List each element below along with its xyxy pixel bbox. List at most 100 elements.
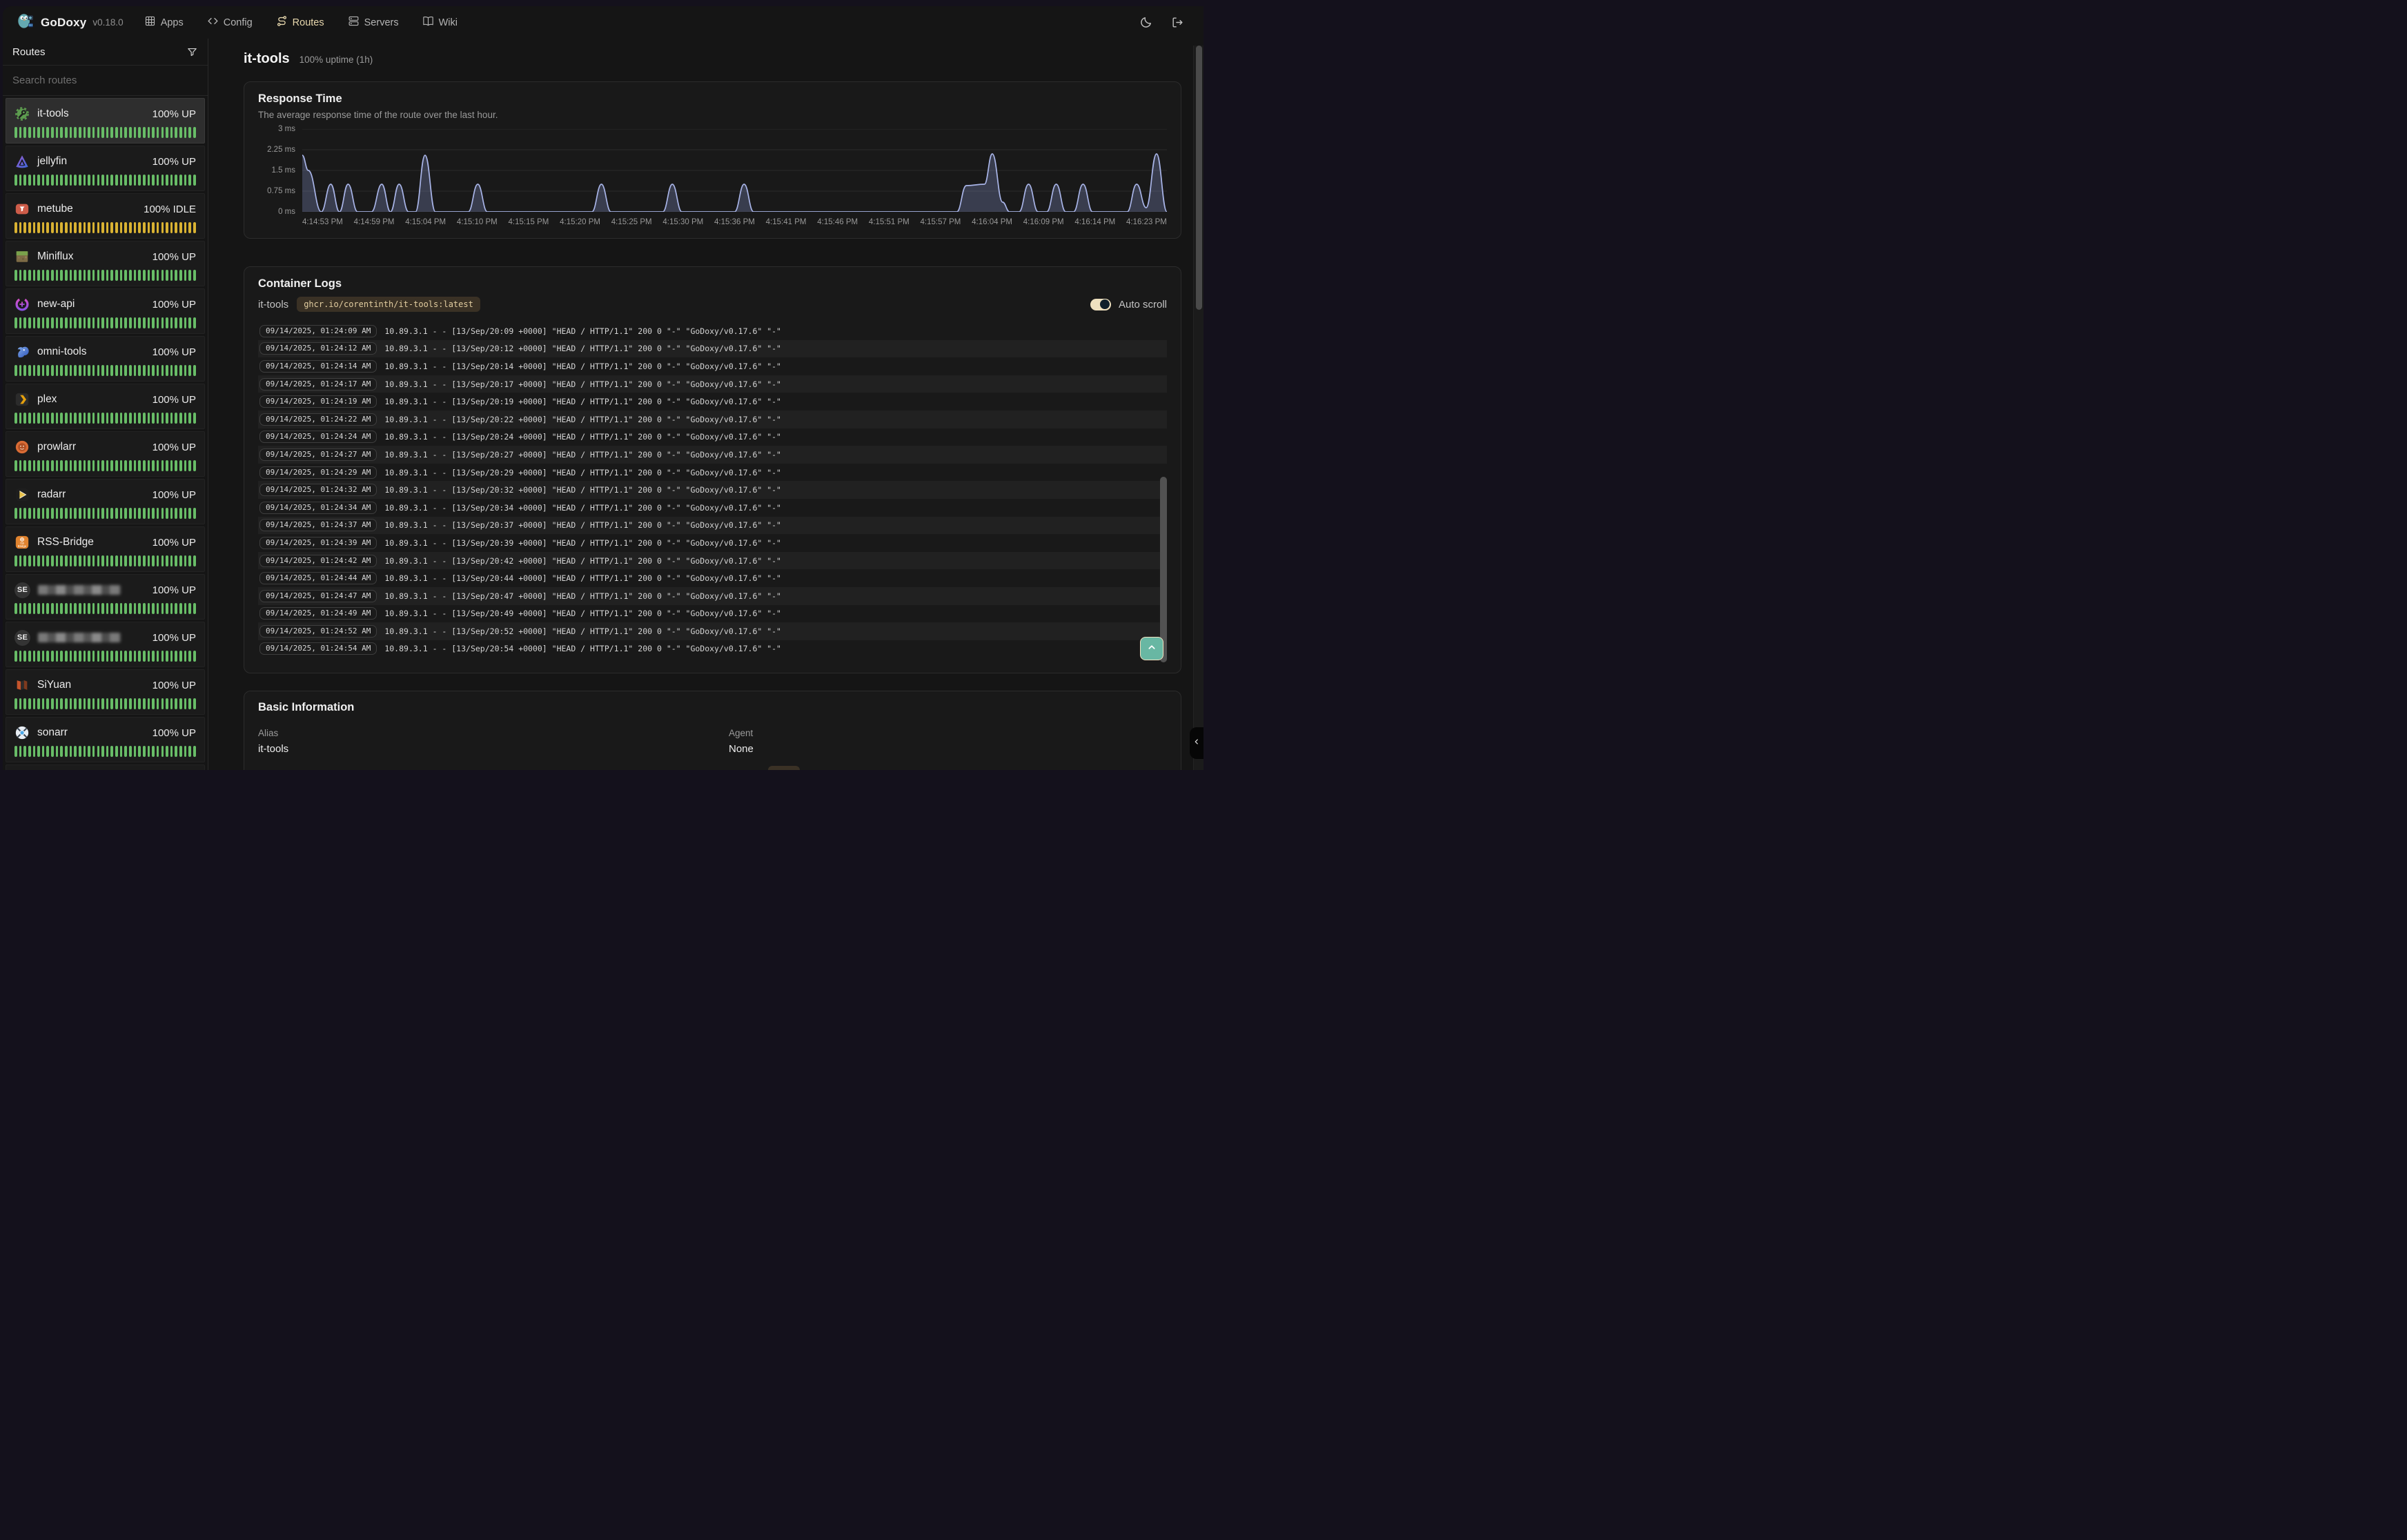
route-item-miniflux[interactable]: Miniflux100% UP [6, 241, 205, 286]
nav-item-servers[interactable]: Servers [348, 15, 399, 30]
servers-icon [348, 15, 360, 30]
route-name-redacted [38, 585, 121, 595]
route-item-partial[interactable] [6, 764, 205, 770]
route-health-bars [14, 222, 196, 233]
log-row: 09/14/2025, 01:24:29 AM10.89.3.1 - - [13… [258, 464, 1167, 482]
route-status: 100% UP [153, 108, 196, 120]
chart-x-tick: 4:15:51 PM [869, 218, 910, 226]
log-row: 09/14/2025, 01:24:39 AM10.89.3.1 - - [13… [258, 534, 1167, 552]
search-input[interactable] [12, 75, 198, 86]
route-health-bars [14, 555, 196, 566]
it-tools-icon [14, 106, 30, 121]
route-status: 100% UP [153, 489, 196, 501]
sonarr-icon [14, 725, 30, 740]
route-item-it-tools[interactable]: it-tools100% UP [6, 98, 205, 144]
route-item-omni-tools[interactable]: omni-tools100% UP [6, 336, 205, 382]
nav-item-apps[interactable]: Apps [144, 15, 184, 30]
log-row: 09/14/2025, 01:24:14 AM10.89.3.1 - - [13… [258, 357, 1167, 375]
page-header: it-tools 100% uptime (1h) [244, 51, 1181, 70]
log-timestamp: 09/14/2025, 01:24:19 AM [259, 395, 377, 408]
chart-x-tick: 4:15:04 PM [405, 218, 446, 226]
log-timestamp: 09/14/2025, 01:24:54 AM [259, 642, 377, 655]
route-health-bars [14, 508, 196, 519]
plex-icon [14, 392, 30, 407]
panel-collapse-handle[interactable] [1190, 727, 1204, 759]
chevron-left-icon [1192, 737, 1201, 749]
log-message: 10.89.3.1 - - [13/Sep/20:47 +0000] "HEAD… [384, 591, 781, 601]
route-item-jellyfin[interactable]: jellyfin 100% UP [6, 146, 205, 191]
log-viewport: 09/14/2025, 01:24:09 AM10.89.3.1 - - [13… [258, 322, 1167, 666]
route-item-se[interactable]: SE100% UP [6, 622, 205, 667]
route-name: new-api [37, 298, 75, 310]
route-status: 100% UP [153, 537, 196, 549]
route-health-bars [14, 175, 196, 186]
response-time-title: Response Time [258, 92, 1167, 106]
filter-funnel-icon[interactable] [186, 46, 198, 58]
auto-scroll-toggle[interactable] [1090, 299, 1111, 310]
route-item-plex[interactable]: plex100% UP [6, 384, 205, 429]
route-name: metube [37, 203, 73, 215]
route-item-new-api[interactable]: new-api 100% UP [6, 288, 205, 334]
log-message: 10.89.3.1 - - [13/Sep/20:54 +0000] "HEAD… [384, 644, 781, 653]
route-item-sonarr[interactable]: sonarr 100% UP [6, 717, 205, 762]
route-item-metube[interactable]: metube100% IDLE [6, 193, 205, 239]
logout-icon[interactable] [1171, 16, 1184, 29]
chart-x-tick: 4:15:36 PM [714, 218, 755, 226]
moon-icon[interactable] [1139, 16, 1152, 29]
nav-item-label: Wiki [439, 17, 458, 28]
route-status: 100% UP [153, 299, 196, 310]
nav-item-label: Config [224, 17, 253, 28]
log-message: 10.89.3.1 - - [13/Sep/20:52 +0000] "HEAD… [384, 626, 781, 636]
sidebar-header: Routes [3, 39, 208, 66]
log-message: 10.89.3.1 - - [13/Sep/20:32 +0000] "HEAD… [384, 485, 781, 495]
log-message: 10.89.3.1 - - [13/Sep/20:14 +0000] "HEAD… [384, 362, 781, 371]
log-row: 09/14/2025, 01:24:54 AM 10.89.3.1 - - [13… [258, 640, 1167, 658]
log-timestamp: 09/14/2025, 01:24:42 AM [259, 555, 377, 567]
route-item-siyuan[interactable]: SiYuan100% UP [6, 669, 205, 715]
route-status: 100% UP [153, 442, 196, 453]
log-message: 10.89.3.1 - - [13/Sep/20:17 +0000] "HEAD… [384, 379, 781, 389]
log-row: 09/14/2025, 01:24:42 AM10.89.3.1 - - [13… [258, 552, 1167, 570]
log-timestamp: 09/14/2025, 01:24:12 AM [259, 342, 377, 355]
chart-x-tick: 4:15:41 PM [766, 218, 807, 226]
log-timestamp: 09/14/2025, 01:24:32 AM [259, 484, 377, 496]
route-name: RSS-Bridge [37, 536, 94, 549]
chart-x-tick: 4:15:30 PM [662, 218, 703, 226]
apps-grid-icon [144, 15, 156, 30]
scroll-to-top-button[interactable] [1140, 637, 1163, 660]
route-item-rss-bridge[interactable]: rssBridgeRSS-Bridge100% UP [6, 526, 205, 572]
route-health-bars [14, 603, 196, 614]
route-status: 100% UP [153, 156, 196, 168]
route-item-se[interactable]: SE100% UP [6, 574, 205, 620]
log-timestamp: 09/14/2025, 01:24:52 AM [259, 625, 377, 638]
se-monogram-icon: SE [14, 630, 30, 646]
nav-item-config[interactable]: Config [207, 15, 253, 30]
route-list: it-tools100% UPjellyfin100% UPmetube100%… [3, 96, 208, 770]
prowlarr-icon [14, 440, 30, 455]
container-image-badge: ghcr.io/corentinth/it-tools:latest [297, 297, 480, 312]
sidebar-title: Routes [12, 46, 46, 58]
nav-item-wiki[interactable]: Wiki [422, 15, 458, 30]
chart-x-tick: 4:15:57 PM [921, 218, 961, 226]
route-health-bars [14, 460, 196, 471]
route-item-prowlarr[interactable]: prowlarr100% UP [6, 431, 205, 477]
route-item-radarr[interactable]: radarr100% UP [6, 479, 205, 524]
log-message: 10.89.3.1 - - [13/Sep/20:09 +0000] "HEAD… [384, 326, 781, 336]
page-scrollbar[interactable] [1193, 46, 1204, 770]
navbar: GoDoxy v0.18.0 AppsConfigRoutesServersWi… [3, 6, 1204, 39]
page-scrollbar-thumb[interactable] [1196, 46, 1202, 310]
log-scrollbar[interactable] [1160, 322, 1167, 666]
search-row [3, 66, 208, 96]
route-name: sonarr [37, 727, 68, 739]
nav-item-routes[interactable]: Routes [276, 15, 324, 30]
route-name: jellyfin [37, 155, 67, 168]
config-code-icon [207, 15, 219, 30]
route-status: 100% UP [153, 727, 196, 739]
nav-item-label: Routes [293, 17, 324, 28]
log-message: 10.89.3.1 - - [13/Sep/20:12 +0000] "HEAD… [384, 344, 781, 353]
basic-information-title: Basic Information [258, 701, 1167, 714]
log-timestamp: 09/14/2025, 01:24:34 AM [259, 502, 377, 514]
chart-x-tick: 4:16:09 PM [1023, 218, 1064, 226]
chart-x-tick: 4:14:53 PM [302, 218, 343, 226]
log-scrollbar-thumb[interactable] [1160, 477, 1167, 662]
